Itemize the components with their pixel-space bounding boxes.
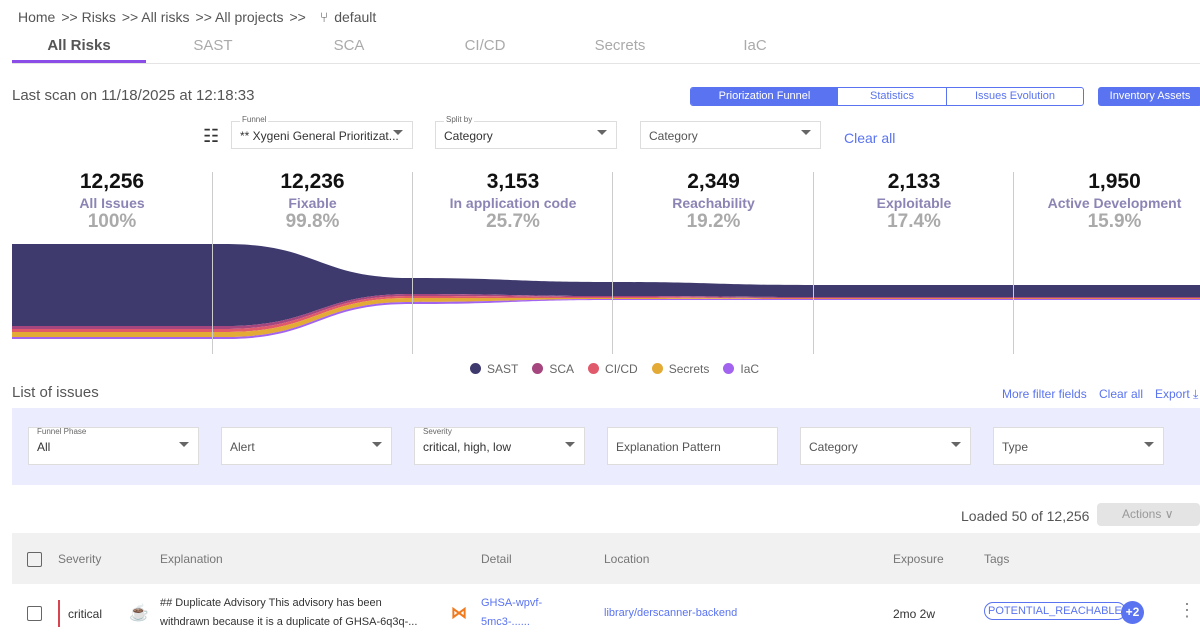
funnel-legend: SAST SCA CI/CD Secrets IaC <box>470 362 759 376</box>
filter-value: Alert <box>230 440 255 454</box>
funnel-chart <box>12 244 1200 339</box>
legend-item[interactable]: SCA <box>532 362 574 376</box>
chevron-down-icon <box>1144 442 1154 447</box>
divider <box>813 172 814 354</box>
col-detail[interactable]: Detail <box>481 552 512 566</box>
divider <box>212 172 213 354</box>
exposure-value: 2mo 2w <box>893 607 936 621</box>
actions-label: Actions <box>1122 507 1162 521</box>
chevron-down-icon <box>372 442 382 447</box>
issues-title: List of issues <box>12 384 99 401</box>
row-checkbox[interactable] <box>27 606 42 621</box>
java-icon: ☕ <box>129 605 149 622</box>
issue-filters: Funnel Phase All Alert Severity critical, hi… <box>12 408 1200 485</box>
chevron-down-icon <box>951 442 961 447</box>
legend-dot <box>651 363 663 374</box>
col-severity[interactable]: Severity <box>58 552 101 566</box>
filter-category[interactable]: Category <box>800 427 971 465</box>
clear-all-filters-link[interactable]: Clear all <box>1099 387 1143 401</box>
chevron-down-icon <box>565 442 575 447</box>
severity-bar <box>58 600 60 627</box>
legend-item[interactable]: Secrets <box>651 362 710 376</box>
explanation-line: withdrawn because it is a duplicate of G… <box>160 616 418 628</box>
divider <box>1013 172 1014 354</box>
location-link[interactable]: library/derscanner-backend <box>604 607 737 619</box>
select-all-checkbox[interactable] <box>27 552 42 567</box>
funnel-band-sast[interactable] <box>12 244 1200 326</box>
advisory-icon: ⋈ <box>451 605 467 622</box>
filter-explanation[interactable]: Explanation Pattern <box>607 427 778 465</box>
legend-dot <box>723 363 735 374</box>
filter-value: Category <box>809 440 858 454</box>
filter-label: Severity <box>423 427 452 436</box>
legend-dot <box>588 363 600 374</box>
export-link[interactable]: Export ⤓ <box>1155 387 1198 402</box>
col-location[interactable]: Location <box>604 552 649 566</box>
legend-item[interactable]: SAST <box>470 362 518 376</box>
download-icon: ⤓ <box>1193 387 1199 401</box>
export-label: Export <box>1155 387 1190 401</box>
legend-label: CI/CD <box>605 362 638 376</box>
filter-value: Explanation Pattern <box>616 440 721 454</box>
col-explanation[interactable]: Explanation <box>160 552 223 566</box>
legend-dot <box>532 363 544 374</box>
tag-chip[interactable]: POTENTIAL_REACHABLE <box>984 602 1126 620</box>
divider <box>612 172 613 354</box>
legend-label: Secrets <box>668 362 710 376</box>
table-header: Severity Explanation Detail Location Exp… <box>12 533 1200 584</box>
more-options-icon[interactable]: ⋮ <box>1178 600 1196 621</box>
divider <box>412 172 413 354</box>
filter-value: Type <box>1002 440 1029 454</box>
chevron-down-icon <box>179 442 189 447</box>
filter-all[interactable]: Funnel Phase All <box>28 427 199 465</box>
legend-item[interactable]: CI/CD <box>588 362 638 376</box>
legend-dot <box>470 363 481 374</box>
chevron-down-icon: ∨ <box>1164 507 1174 521</box>
explanation-line: ## Duplicate Advisory This advisory has … <box>160 597 382 609</box>
legend-item[interactable]: IaC <box>723 362 759 376</box>
filter-critical[interactable]: Severity critical, high, low <box>414 427 585 465</box>
legend-label: IaC <box>740 362 760 376</box>
actions-button[interactable]: Actions ∨ <box>1097 503 1200 526</box>
detail-link[interactable]: GHSA-wpvf- <box>481 597 542 609</box>
more-filter-fields-link[interactable]: More filter fields <box>1002 387 1087 401</box>
filter-alert[interactable]: Alert <box>221 427 392 465</box>
detail-link[interactable]: 5mc3-...... <box>481 616 530 628</box>
filter-type[interactable]: Type <box>993 427 1164 465</box>
col-tags[interactable]: Tags <box>984 552 1009 566</box>
filter-value: critical, high, low <box>423 440 512 454</box>
more-tags-badge[interactable]: +2 <box>1121 601 1144 624</box>
legend-label: SCA <box>549 362 575 376</box>
col-exposure[interactable]: Exposure <box>893 552 944 566</box>
table-row[interactable]: critical ☕ ## Duplicate Advisory This ad… <box>12 586 1200 639</box>
legend-label: SAST <box>487 362 519 376</box>
filter-label: Funnel Phase <box>37 427 87 436</box>
severity-value: critical <box>68 607 103 621</box>
loaded-count: Loaded 50 of 12,256 <box>961 508 1090 524</box>
filter-value: All <box>37 440 51 454</box>
